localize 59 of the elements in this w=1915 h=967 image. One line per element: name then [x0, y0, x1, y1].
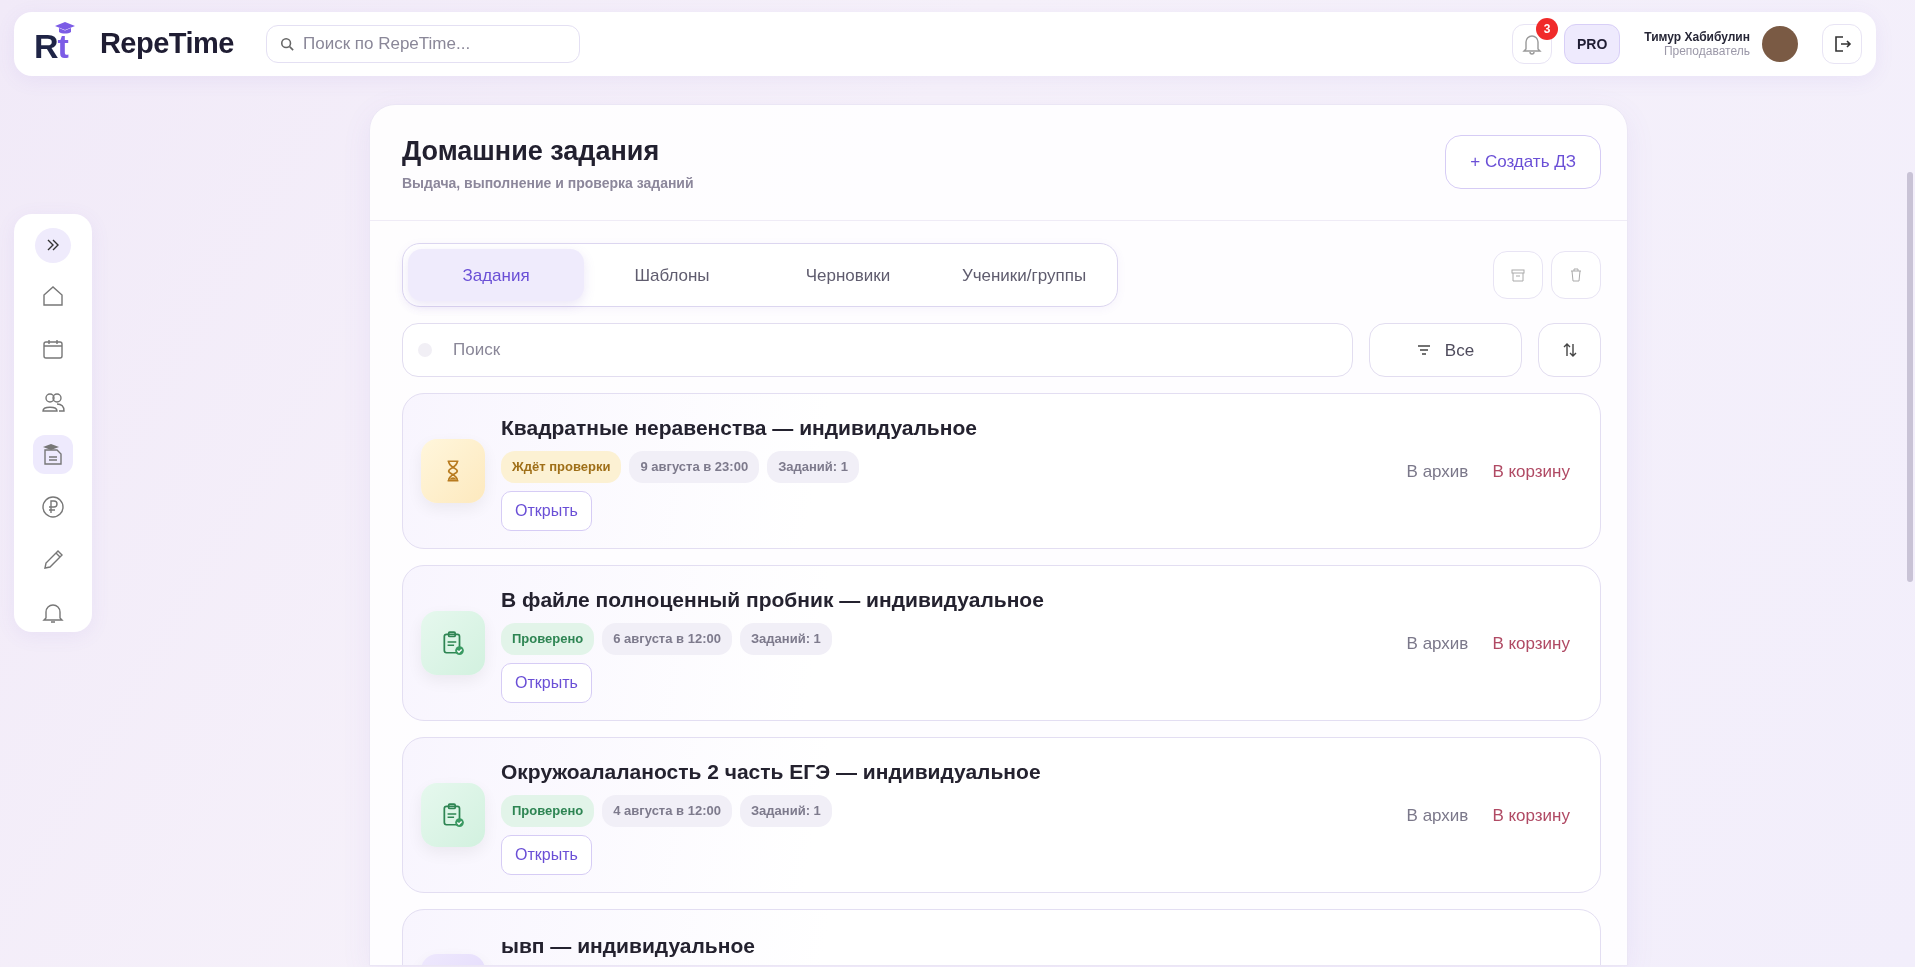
- page-subtitle: Выдача, выполнение и проверка заданий: [402, 174, 694, 194]
- open-button[interactable]: Открыть: [501, 662, 592, 703]
- assignment-title: В файле полноценный пробник — индивидуальное: [501, 586, 1044, 613]
- trash-icon: [1570, 268, 1582, 283]
- assignment-title: Окружоалаланость 2 часть ЕГЭ — индивидуальное: [501, 758, 1041, 785]
- trash-link[interactable]: В корзину: [1492, 630, 1570, 657]
- create-homework-button[interactable]: + Создать ДЗ: [1445, 135, 1601, 189]
- user-role: Преподаватель: [1662, 44, 1750, 59]
- due-date: 9 августа в 23:00: [629, 451, 760, 483]
- ruble-icon: [41, 495, 65, 520]
- filter-icon: [1416, 344, 1431, 357]
- filter-button[interactable]: Все: [1369, 323, 1522, 378]
- assignment-title: Квадратные неравенства — индивидуальное: [501, 414, 977, 441]
- expand-sidebar-button[interactable]: [35, 228, 71, 263]
- clipboard-check-icon: [440, 802, 466, 829]
- tab[interactable]: Задания: [408, 249, 584, 302]
- due-date: 6 августа в 12:00: [602, 623, 732, 655]
- home-icon: [41, 284, 65, 309]
- archive-link[interactable]: В архив: [1406, 802, 1469, 829]
- clipboard-check-icon: [440, 630, 466, 657]
- notification-count: 3: [1536, 18, 1558, 40]
- task-count: Заданий: 1: [739, 795, 832, 827]
- task-count: Заданий: 1: [767, 451, 859, 483]
- tab[interactable]: Шаблоны: [584, 249, 760, 302]
- logout-icon: [1832, 34, 1852, 54]
- trash-link[interactable]: В корзину: [1492, 802, 1570, 829]
- open-button[interactable]: Открыть: [501, 834, 592, 875]
- status-badge: Проверено: [501, 623, 595, 655]
- scrollbar[interactable]: [1907, 172, 1913, 582]
- chevrons-icon: [46, 239, 60, 252]
- page-title: Домашние задания: [402, 135, 661, 168]
- tab[interactable]: Черновики: [760, 249, 936, 302]
- status-badge: Проверено: [501, 795, 595, 827]
- assignment-title: ывп — индивидуальное: [501, 933, 755, 960]
- logout-button[interactable]: [1822, 24, 1862, 64]
- archive-link[interactable]: В архив: [1406, 630, 1469, 657]
- archive-icon: [1511, 268, 1525, 282]
- sort-icon: [1562, 343, 1577, 358]
- avatar: [1762, 26, 1798, 62]
- user-name: Тимур Хабибулин: [1644, 29, 1750, 44]
- pencil-icon: [41, 547, 65, 572]
- trash-link[interactable]: В корзину: [1492, 458, 1570, 485]
- homework-icon: [41, 442, 65, 467]
- search-field[interactable]: Поиск по RepeTime...: [265, 25, 580, 63]
- plan-badge: PRO: [1564, 24, 1621, 64]
- task-count: Заданий: 1: [739, 623, 832, 655]
- brand-name: RepeTime: [99, 26, 234, 62]
- search-field[interactable]: Поиск: [402, 323, 1353, 378]
- logo: Rt: [34, 21, 76, 67]
- status-badge: Ждёт проверки: [501, 451, 622, 483]
- due-date: 4 августа в 12:00: [602, 795, 732, 827]
- open-button[interactable]: Открыть: [501, 490, 592, 531]
- archive-link[interactable]: В архив: [1406, 458, 1469, 485]
- sidebar-item[interactable]: [33, 435, 73, 474]
- sort-button[interactable]: [1538, 323, 1601, 378]
- notifications-button[interactable]: [1512, 24, 1552, 64]
- search-icon: [279, 37, 294, 51]
- bell-icon: [1522, 33, 1542, 55]
- tab[interactable]: Ученики/группы: [936, 249, 1112, 302]
